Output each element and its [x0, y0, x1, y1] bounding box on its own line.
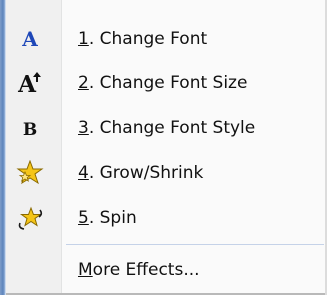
- menu-item-spin[interactable]: 5. Spin: [6, 196, 325, 240]
- menu-item-label: 5. Spin: [78, 208, 137, 228]
- spin-star-icon: [16, 205, 44, 231]
- menu-item-change-font-size[interactable]: A 2. Change Font Size: [6, 61, 325, 105]
- menu-item-label: More Effects...: [78, 260, 200, 280]
- window-frame: A 1. Change Font A 2. Change Font Size B: [0, 0, 327, 295]
- menu-item-change-font-style[interactable]: B 3. Change Font Style: [6, 106, 325, 150]
- font-size-icon: A: [16, 70, 44, 96]
- menu-item-more-effects[interactable]: More Effects...: [6, 248, 325, 292]
- grow-shrink-star-icon: [16, 160, 44, 186]
- menu-item-label: 4. Grow/Shrink: [78, 163, 204, 183]
- svg-text:B: B: [23, 120, 37, 140]
- svg-text:A: A: [17, 71, 37, 96]
- menu-item-change-font[interactable]: A 1. Change Font: [6, 17, 325, 61]
- font-a-icon: A: [16, 26, 44, 52]
- menu-item-label: 1. Change Font: [78, 29, 208, 49]
- font-style-bold-icon: B: [16, 115, 44, 141]
- menu-separator: [66, 244, 324, 245]
- menu-item-grow-shrink[interactable]: 4. Grow/Shrink: [6, 151, 325, 195]
- effects-menu: A 1. Change Font A 2. Change Font Size B: [6, 0, 327, 295]
- svg-text:A: A: [21, 27, 38, 51]
- menu-item-label: 3. Change Font Style: [78, 118, 256, 138]
- menu-item-label: 2. Change Font Size: [78, 73, 248, 93]
